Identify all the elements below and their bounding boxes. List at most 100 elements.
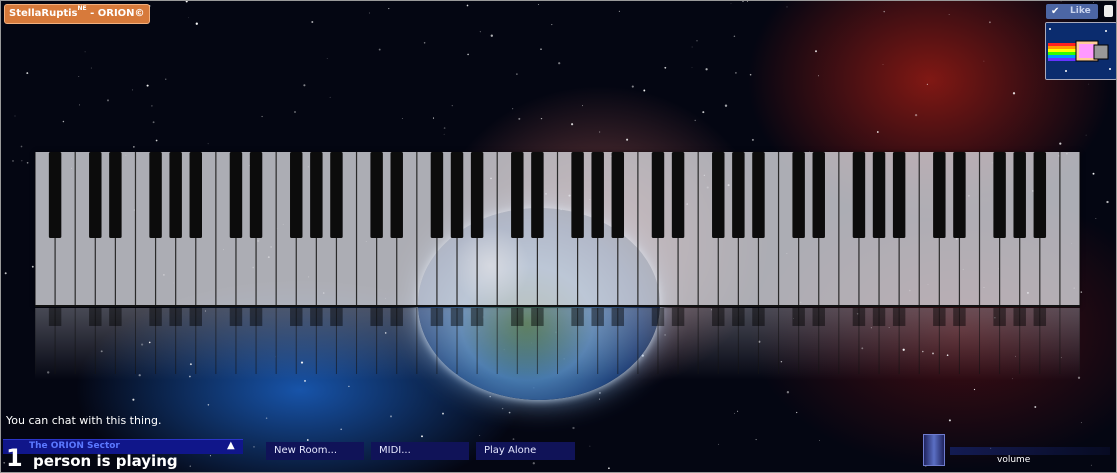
star (540, 117, 543, 120)
black-key-reflection (852, 308, 866, 326)
star (882, 64, 884, 66)
star (1080, 291, 1083, 293)
star (14, 115, 16, 117)
black-key[interactable] (390, 152, 403, 238)
star (501, 407, 504, 410)
user-badge[interactable]: StellaRuptisNE - ORION© (4, 4, 150, 24)
volume-slider-track[interactable] (950, 447, 1110, 455)
black-key[interactable] (571, 152, 584, 238)
star (479, 435, 481, 436)
black-key-reflection (149, 308, 162, 326)
star (626, 138, 629, 141)
black-key[interactable] (852, 152, 866, 238)
black-key[interactable] (591, 152, 604, 238)
black-key[interactable] (249, 152, 263, 238)
black-key[interactable] (933, 152, 946, 238)
nyan-cat-avatar[interactable] (1045, 22, 1117, 80)
black-key-reflection (571, 308, 584, 326)
star (0, 229, 1, 232)
black-key[interactable] (290, 152, 303, 238)
black-key[interactable] (671, 152, 685, 238)
star (133, 146, 135, 148)
midi-button[interactable]: MIDI... (371, 442, 469, 460)
star (819, 440, 820, 442)
black-key[interactable] (511, 152, 524, 238)
check-icon: ✔ (1051, 6, 1060, 17)
piano-keys[interactable] (35, 152, 1080, 307)
black-key[interactable] (229, 152, 243, 238)
star (883, 10, 885, 13)
black-key[interactable] (149, 152, 162, 238)
star (466, 4, 469, 7)
black-key[interactable] (651, 152, 665, 238)
star (540, 48, 542, 50)
black-key[interactable] (330, 152, 343, 238)
black-key[interactable] (89, 152, 102, 238)
star (948, 14, 950, 16)
black-key[interactable] (892, 152, 906, 238)
black-key-reflection (89, 308, 102, 326)
black-key[interactable] (712, 152, 725, 238)
black-key[interactable] (470, 152, 484, 238)
star (189, 465, 191, 467)
black-key-reflection (511, 308, 524, 326)
black-key[interactable] (792, 152, 805, 238)
black-key-reflection (450, 308, 464, 326)
star (786, 6, 788, 8)
black-key-reflection (671, 308, 685, 326)
black-key-reflection (591, 308, 604, 326)
black-key[interactable] (732, 152, 745, 238)
star (1080, 422, 1082, 424)
star (78, 76, 80, 77)
black-key[interactable] (1033, 152, 1047, 238)
star (691, 67, 693, 68)
star (401, 117, 403, 120)
star (538, 3, 540, 5)
new-room-button[interactable]: New Room... (266, 442, 364, 460)
black-key[interactable] (169, 152, 182, 238)
black-key[interactable] (1013, 152, 1026, 238)
star (479, 31, 481, 33)
black-key-reflection (109, 308, 122, 326)
black-key[interactable] (953, 152, 966, 238)
caret-up-icon[interactable]: ▲ (227, 440, 235, 451)
black-key[interactable] (450, 152, 464, 238)
star (261, 115, 263, 118)
star (702, 111, 705, 114)
black-key[interactable] (993, 152, 1006, 238)
chat-hint: You can chat with this thing. (6, 414, 162, 427)
star (746, 0, 748, 2)
black-key[interactable] (752, 152, 765, 238)
black-key[interactable] (310, 152, 323, 238)
star (188, 17, 189, 19)
black-key-reflection (531, 308, 544, 326)
facebook-like-button[interactable]: ✔ Like (1046, 4, 1098, 19)
star (818, 75, 820, 77)
star (631, 85, 634, 88)
black-key[interactable] (48, 152, 62, 238)
black-key[interactable] (611, 152, 625, 238)
star (165, 78, 167, 80)
black-key[interactable] (109, 152, 122, 238)
black-key-reflection (933, 308, 946, 326)
star (443, 127, 446, 129)
black-key-reflection (229, 308, 243, 326)
black-key[interactable] (430, 152, 444, 238)
star (1093, 2, 1094, 3)
star (185, 0, 188, 3)
black-key[interactable] (189, 152, 202, 238)
black-key[interactable] (812, 152, 825, 238)
play-alone-button[interactable]: Play Alone (476, 442, 575, 460)
star (12, 159, 14, 162)
star (508, 411, 511, 414)
star (643, 89, 646, 92)
volume-knob[interactable] (923, 434, 945, 466)
star (207, 404, 210, 406)
star (796, 411, 798, 414)
black-key[interactable] (872, 152, 886, 238)
star (1090, 464, 1092, 466)
black-key[interactable] (370, 152, 383, 238)
black-key[interactable] (531, 152, 544, 238)
star (311, 21, 314, 23)
star (294, 111, 296, 113)
